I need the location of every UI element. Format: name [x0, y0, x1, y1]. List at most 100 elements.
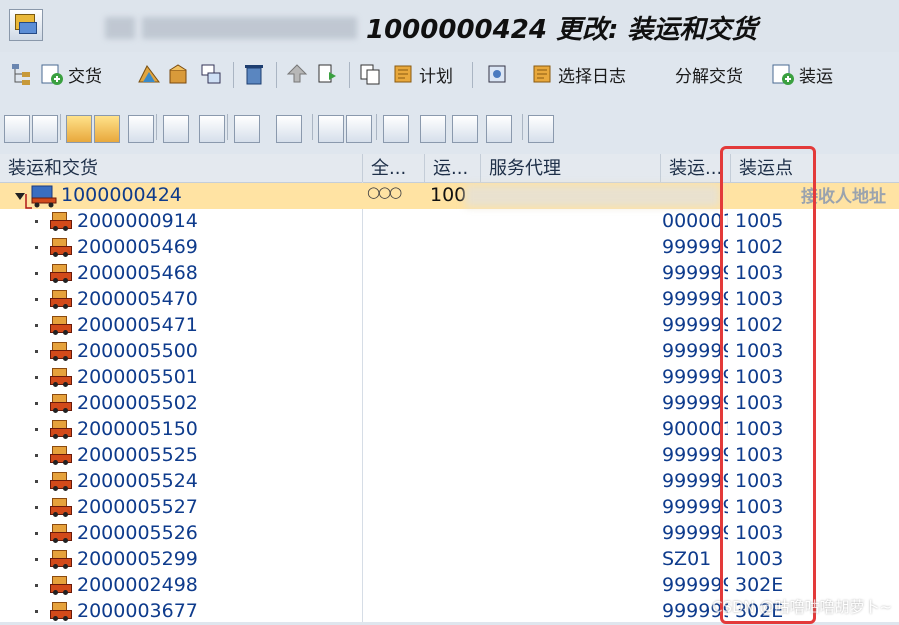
- service-partner-value: 999999: [662, 444, 728, 466]
- collapse-all-icon[interactable]: [32, 115, 58, 143]
- application-toolbar: 交货 计划 选择日志 分解交货 装运: [0, 56, 899, 94]
- split-delivery-button[interactable]: 分解交货: [675, 56, 743, 92]
- expand-all-icon[interactable]: [4, 115, 30, 143]
- service-partner-value: 999999: [662, 262, 728, 284]
- tree-leaf-dot: [35, 480, 38, 483]
- title-bar: 1000000424 更改: 装运和交货: [0, 0, 899, 52]
- delivery-truck-icon: [50, 576, 72, 596]
- display-icon[interactable]: [199, 115, 225, 143]
- layout-icon[interactable]: [383, 115, 409, 143]
- tree-leaf-dot: [35, 558, 38, 561]
- delivery-number[interactable]: 2000005150: [77, 418, 198, 440]
- redacted-area: [105, 17, 135, 39]
- document-icon[interactable]: [315, 56, 339, 92]
- delivery-number[interactable]: 2000005502: [77, 392, 198, 414]
- move-up-icon[interactable]: [285, 56, 309, 92]
- column-header-shipment-delivery[interactable]: 装运和交货: [0, 154, 363, 182]
- delivery-truck-icon: [50, 602, 72, 622]
- toolbar-separator: [522, 114, 523, 140]
- route-icon[interactable]: [137, 56, 161, 92]
- tree-leaf-dot: [35, 610, 38, 613]
- tree-leaf-dot: [35, 402, 38, 405]
- toolbar-separator: [227, 114, 228, 140]
- delivery-truck-icon: [50, 472, 72, 492]
- column-header-service-agent[interactable]: 服务代理: [481, 154, 659, 182]
- toolbar-separator: [233, 62, 234, 88]
- plan-button[interactable]: 计划: [391, 56, 453, 92]
- move-up-icon[interactable]: [66, 115, 92, 143]
- delivery-truck-icon: [50, 394, 72, 414]
- delivery-number[interactable]: 2000005500: [77, 340, 198, 362]
- select-log-button[interactable]: 选择日志: [530, 56, 626, 92]
- delete-icon[interactable]: [242, 56, 266, 92]
- delivery-truck-icon: [50, 238, 72, 258]
- delivery-number[interactable]: 2000005526: [77, 522, 198, 544]
- delivery-number[interactable]: 2000005468: [77, 262, 198, 284]
- table-settings-icon[interactable]: [128, 115, 154, 143]
- details-icon[interactable]: [163, 115, 189, 143]
- service-partner-value: 999999: [662, 392, 728, 414]
- add-shipment-icon: [772, 64, 794, 85]
- column-header-transport[interactable]: 运...: [425, 154, 483, 182]
- column-header-shipping[interactable]: 装运...: [661, 154, 729, 182]
- service-partner-value: 000001: [662, 210, 728, 232]
- hierarchy-icon[interactable]: [10, 56, 34, 92]
- delivery-truck-icon: [50, 290, 72, 310]
- person-icon[interactable]: [420, 115, 446, 143]
- print-preview-icon[interactable]: [486, 115, 512, 143]
- toolbar-separator: [349, 62, 350, 88]
- delivery-number[interactable]: 2000005299: [77, 548, 198, 570]
- delivery-truck-icon: [50, 342, 72, 362]
- tree-toolbar: [0, 112, 899, 146]
- shipment-number[interactable]: 1000000424: [61, 184, 182, 206]
- delivery-truck-icon: [50, 446, 72, 466]
- sort-ascending-icon[interactable]: [276, 115, 302, 143]
- tree-leaf-dot: [35, 220, 38, 223]
- delivery-number[interactable]: 2000005471: [77, 314, 198, 336]
- highlight-annotation: [720, 146, 816, 624]
- delivery-number[interactable]: 2000003677: [77, 600, 198, 622]
- plan-label: 计划: [419, 66, 453, 87]
- filter-icon[interactable]: [318, 115, 344, 143]
- select-log-label: 选择日志: [558, 66, 626, 87]
- package-icon[interactable]: [167, 56, 191, 92]
- print-icon[interactable]: [528, 115, 554, 143]
- tree-leaf-dot: [35, 298, 38, 301]
- scroll-icon: [394, 65, 412, 83]
- delivery-truck-icon: [50, 420, 72, 440]
- tree-leaf-dot: [35, 428, 38, 431]
- sort-descending-icon[interactable]: [234, 115, 260, 143]
- copy-icon[interactable]: [358, 56, 382, 92]
- toolbar-separator: [276, 62, 277, 88]
- delivery-number[interactable]: 2000005469: [77, 236, 198, 258]
- service-partner-value: 999999: [662, 288, 728, 310]
- delivery-number[interactable]: 2000005527: [77, 496, 198, 518]
- delivery-number[interactable]: 2000005525: [77, 444, 198, 466]
- sum-icon[interactable]: [346, 115, 372, 143]
- delivery-number[interactable]: 2000002498: [77, 574, 198, 596]
- delivery-button[interactable]: 交货: [40, 56, 102, 92]
- redacted-area: [465, 185, 720, 207]
- delivery-number[interactable]: 2000005470: [77, 288, 198, 310]
- delivery-truck-icon: [50, 212, 72, 232]
- binoculars-icon[interactable]: [452, 115, 478, 143]
- delivery-number[interactable]: 2000005501: [77, 366, 198, 388]
- log-icon[interactable]: [485, 56, 509, 92]
- transport-value: 100: [430, 184, 467, 206]
- delivery-number[interactable]: 2000000914: [77, 210, 198, 232]
- service-partner-value: 999999: [662, 314, 728, 336]
- delivery-number[interactable]: 2000005524: [77, 470, 198, 492]
- move-down-icon[interactable]: [94, 115, 120, 143]
- service-partner-value: 999999: [662, 574, 728, 596]
- service-partner-value: SZ01: [662, 548, 712, 570]
- shipment-button[interactable]: 装运: [771, 56, 833, 92]
- column-header-overall[interactable]: 全...: [363, 154, 426, 182]
- tree-leaf-dot: [35, 506, 38, 509]
- page-title: 1000000424 更改: 装运和交货: [366, 15, 758, 45]
- service-partner-value: 999999: [662, 236, 728, 258]
- service-partner-value: 999999: [662, 496, 728, 518]
- transfer-icon[interactable]: [199, 56, 223, 92]
- toolbar-separator: [472, 62, 473, 88]
- app-menu-icon[interactable]: [9, 9, 43, 41]
- delivery-truck-icon: [50, 316, 72, 336]
